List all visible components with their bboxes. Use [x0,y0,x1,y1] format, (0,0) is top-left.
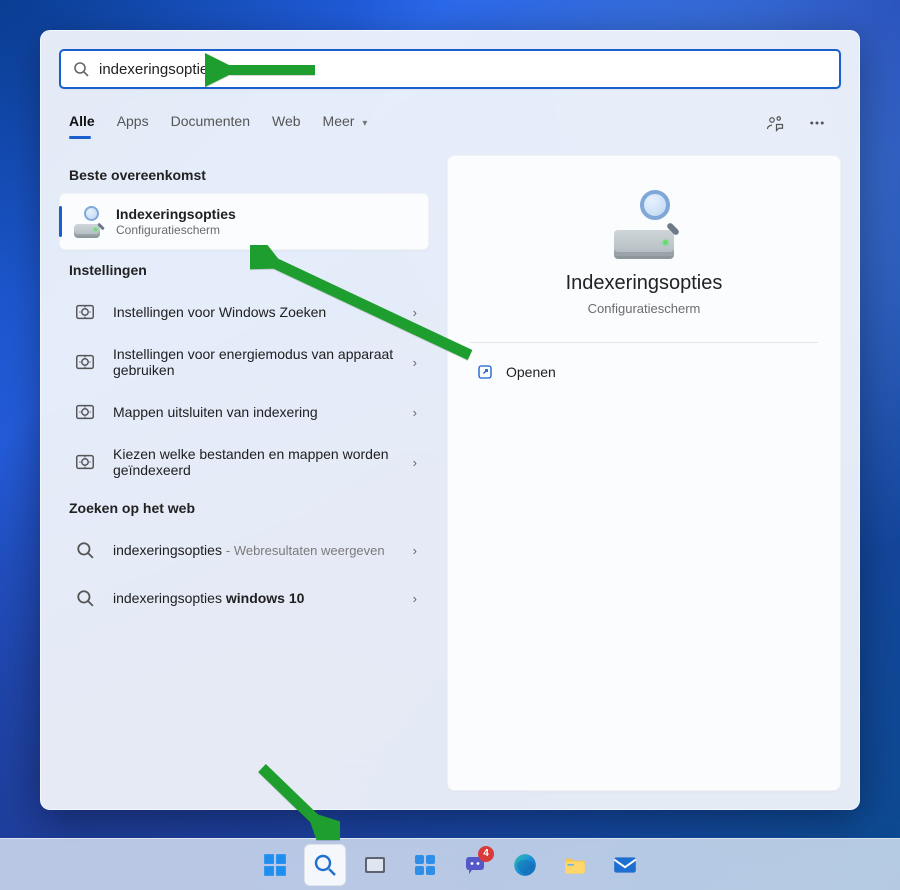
tab-more[interactable]: Meer ▾ [323,107,368,139]
tab-documents[interactable]: Documenten [171,107,250,139]
taskbar-chat[interactable]: 4 [454,844,496,886]
chevron-right-icon: › [413,455,417,470]
edge-icon [512,852,538,878]
windows-start-icon [262,852,288,878]
settings-result-title: Instellingen voor Windows Zoeken [113,304,399,320]
search-input[interactable] [99,61,827,78]
chevron-right-icon: › [413,405,417,420]
taskbar-file-explorer[interactable] [554,844,596,886]
search-scope-tabs-row: Alle Apps Documenten Web Meer ▾ [41,107,859,143]
chat-badge: 4 [478,846,494,862]
taskbar-mail[interactable] [604,844,646,886]
tab-label: Web [272,113,301,129]
settings-result-title: Mappen uitsluiten van indexering [113,404,399,420]
settings-gear-icon [71,348,99,376]
taskbar-edge[interactable] [504,844,546,886]
taskbar-start[interactable] [254,844,296,886]
web-result[interactable]: indexeringsopties - Webresultaten weerge… [59,526,429,574]
settings-result[interactable]: Kiezen welke bestanden en mappen worden … [59,436,429,488]
start-search-panel: Alle Apps Documenten Web Meer ▾ Beste ov… [40,30,860,810]
results-column: Beste overeenkomst Indexeringsopties Con… [59,155,429,791]
separator [470,342,818,343]
preview-open-action[interactable]: Openen [470,353,818,391]
web-result-bold: windows 10 [226,590,305,606]
best-match-title: Indexeringsopties [116,206,236,222]
search-icon [71,584,99,612]
more-horizontal-icon [808,114,826,132]
web-result[interactable]: indexeringsopties windows 10 › [59,574,429,622]
tab-all[interactable]: Alle [69,107,95,139]
preview-title: Indexeringsopties [566,272,723,295]
chevron-right-icon: › [413,355,417,370]
search-icon [73,61,89,77]
search-icon [313,853,337,877]
best-match-subtitle: Configuratiescherm [116,223,414,237]
chevron-right-icon: › [413,305,417,320]
settings-gear-icon [71,448,99,476]
chevron-down-icon: ▾ [362,118,367,129]
best-match-header: Beste overeenkomst [59,155,429,193]
chevron-right-icon: › [413,591,417,606]
settings-result[interactable]: Instellingen voor energiemodus van appar… [59,336,429,388]
tab-apps[interactable]: Apps [117,107,149,139]
settings-result[interactable]: Mappen uitsluiten van indexering › [59,388,429,436]
tab-label: Documenten [171,113,250,129]
search-box[interactable] [59,49,841,89]
preview-open-label: Openen [506,364,556,380]
settings-result-title: Instellingen voor energiemodus van appar… [113,346,399,378]
web-result-query: indexeringsopties [113,542,222,558]
people-feedback-icon [766,114,784,132]
tab-label: Alle [69,113,95,129]
mail-icon [612,852,638,878]
settings-gear-icon [71,398,99,426]
open-external-icon [476,363,494,381]
drive-magnifier-icon [604,186,684,266]
widgets-icon [413,853,437,877]
settings-gear-icon [71,298,99,326]
search-icon [71,536,99,564]
drive-magnifier-icon [74,208,102,236]
web-result-query: indexeringsopties [113,590,226,606]
settings-result[interactable]: Instellingen voor Windows Zoeken › [59,288,429,336]
taskbar-task-view[interactable] [354,844,396,886]
tab-label: Apps [117,113,149,129]
best-match-result[interactable]: Indexeringsopties Configuratiescherm [59,193,429,250]
settings-result-title: Kiezen welke bestanden en mappen worden … [113,446,399,478]
result-preview-pane: Indexeringsopties Configuratiescherm Ope… [447,155,841,791]
web-result-suffix: Webresultaten weergeven [234,543,385,558]
chevron-right-icon: › [413,543,417,558]
more-options-button[interactable] [803,109,831,137]
web-header: Zoeken op het web [59,488,429,526]
search-options-button[interactable] [761,109,789,137]
taskbar: 4 [0,838,900,890]
tab-web[interactable]: Web [272,107,301,139]
folder-icon [562,852,588,878]
taskbar-search[interactable] [304,844,346,886]
preview-subtitle: Configuratiescherm [588,301,701,316]
tab-label: Meer [323,113,355,129]
task-view-icon [363,853,387,877]
settings-header: Instellingen [59,250,429,288]
taskbar-widgets[interactable] [404,844,446,886]
